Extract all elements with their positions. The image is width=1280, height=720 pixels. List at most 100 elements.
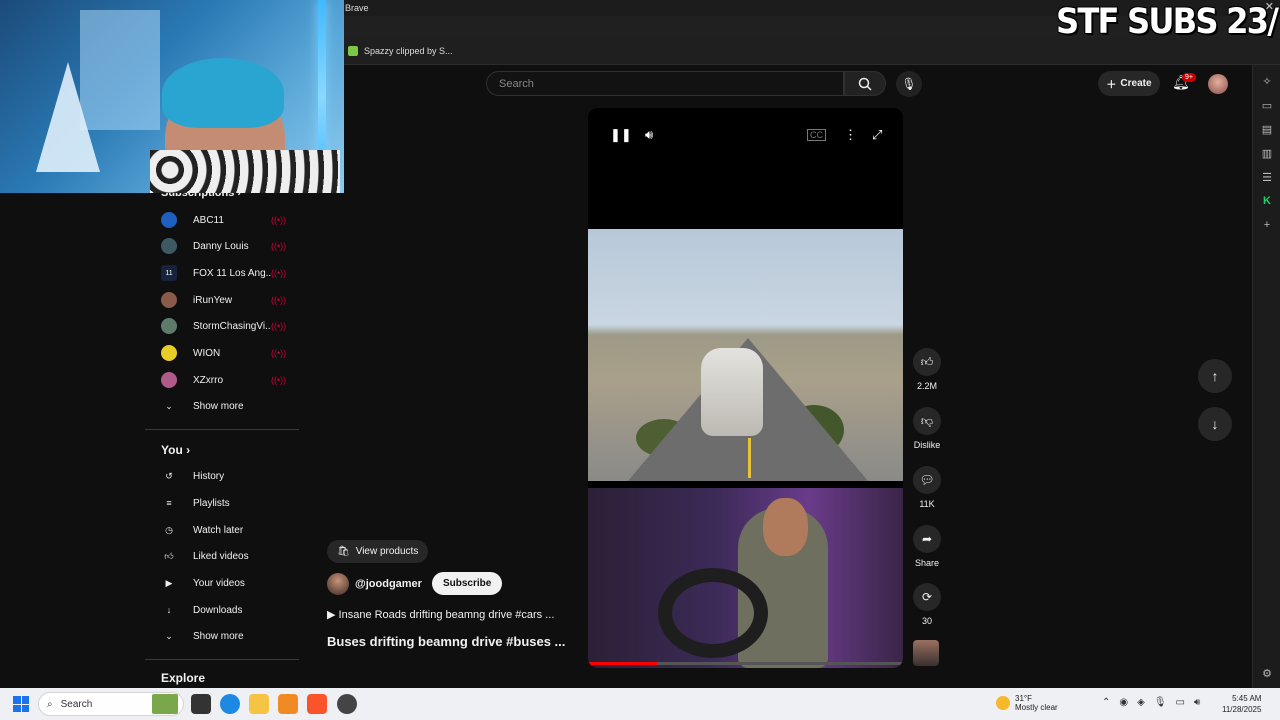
sidebar-item-downloads[interactable]: ↓ Downloads: [145, 597, 299, 623]
weather-widget[interactable]: 31°F Mostly clear: [996, 694, 1058, 712]
mic-icon[interactable]: 🎙︎: [1154, 697, 1167, 708]
more-options-icon[interactable]: ⋮: [844, 127, 857, 143]
remix-button[interactable]: ⟳ 30: [911, 583, 943, 626]
volume-icon[interactable]: 🔊︎: [1194, 697, 1200, 708]
clock[interactable]: 5:45 AM 11/28/2025: [1222, 693, 1261, 715]
share-icon: ➦: [921, 532, 933, 546]
chevron-up-icon[interactable]: ⌃: [1102, 697, 1110, 708]
webcam-beanie: [162, 58, 284, 128]
live-indicator-icon: ((•)): [271, 241, 287, 251]
live-indicator-icon: ((•)): [271, 295, 287, 305]
arrow-down-icon: ↓: [1211, 416, 1219, 432]
webcam-overlay: [0, 0, 344, 193]
webcam-jacket: [150, 150, 340, 193]
channel-name[interactable]: @joodgamer: [355, 578, 422, 590]
comments-button[interactable]: 💬︎ 11K: [911, 466, 943, 509]
dislike-button[interactable]: 👎︎ Dislike: [911, 407, 943, 450]
app-icon[interactable]: [278, 694, 298, 714]
pause-icon[interactable]: ❚❚: [610, 127, 632, 143]
sidebar-item-playlists[interactable]: ≡ Playlists: [145, 490, 299, 516]
sidebar-item-subscription[interactable]: iRunYew ((•)): [145, 287, 299, 313]
file-explorer-icon[interactable]: [249, 694, 269, 714]
sidebar-item-liked-videos[interactable]: 👍︎ Liked videos: [145, 543, 299, 569]
video-progress-fill: [588, 662, 658, 665]
fullscreen-icon[interactable]: ⤢: [872, 127, 882, 143]
comment-icon: 💬︎: [919, 473, 935, 487]
channel-avatar: [161, 318, 177, 334]
search-highlight-icon: [152, 694, 178, 714]
search-button[interactable]: [844, 71, 886, 96]
security-icon[interactable]: ◈: [1137, 697, 1145, 708]
subs-goal-overlay: STF SUBS 23/100: [1056, 2, 1280, 42]
create-button[interactable]: ＋ Create: [1098, 71, 1160, 96]
volume-icon[interactable]: 🔊︎: [645, 127, 653, 143]
display-icon[interactable]: ▭: [1176, 697, 1185, 708]
mic-icon: 🎙︎: [901, 77, 917, 91]
browser-side-panel: ✧ ▭ ▤ ▥ ☰ K + ⚙: [1252, 65, 1280, 688]
obs-icon[interactable]: [337, 694, 357, 714]
kick-icon[interactable]: K: [1260, 195, 1274, 209]
channel-avatar: [161, 238, 177, 254]
watch-later-icon: ◷: [165, 524, 173, 535]
captions-icon[interactable]: CC: [807, 129, 826, 141]
voice-search-button[interactable]: 🎙︎: [896, 71, 922, 97]
sidebar-item-subscription[interactable]: Danny Louis ((•)): [145, 233, 299, 259]
sidebar-show-more-you[interactable]: ⌄ Show more: [145, 623, 299, 649]
channel-avatar: [161, 292, 177, 308]
chevron-down-icon: ⌄: [165, 630, 173, 641]
reading-list-icon[interactable]: ☰: [1260, 171, 1274, 185]
sidebar-item-subscription[interactable]: ABC11 ((•)): [145, 207, 299, 233]
brave-leo-icon[interactable]: ✧: [1260, 75, 1274, 89]
windows-taskbar: ⌕ Search 31°F Mostly clear ⌃ ◉ ◈ 🎙︎ ▭ 🔊︎…: [0, 688, 1280, 720]
game-road-centerline: [748, 438, 751, 478]
sidebar-item-subscription[interactable]: WION ((•)): [145, 340, 299, 366]
brave-icon[interactable]: [307, 694, 327, 714]
channel-avatar: [161, 372, 177, 388]
edge-icon[interactable]: [220, 694, 240, 714]
task-view-icon[interactable]: [191, 694, 211, 714]
sound-thumbnail[interactable]: [913, 640, 939, 666]
subscribe-button[interactable]: Subscribe: [431, 572, 503, 595]
video-progress-bar[interactable]: [588, 662, 903, 665]
bookmarks-icon[interactable]: ▥: [1260, 147, 1274, 161]
network-icon[interactable]: ◉: [1119, 697, 1128, 708]
chevron-down-icon: ⌄: [165, 400, 173, 411]
wallet-icon[interactable]: ▤: [1260, 123, 1274, 137]
tv-icon[interactable]: ▭: [1260, 99, 1274, 113]
like-button[interactable]: 👍︎ 2.2M: [911, 348, 943, 391]
settings-gear-icon[interactable]: ⚙: [1260, 667, 1274, 681]
windows-start-icon[interactable]: [13, 696, 29, 712]
sidebar-show-more-subscriptions[interactable]: ⌄ Show more: [145, 393, 299, 419]
sidebar-item-watch-later[interactable]: ◷ Watch later: [145, 517, 299, 543]
bookmark-favicon-icon: [348, 46, 358, 56]
shopping-bag-icon: 🛍︎: [337, 546, 350, 557]
sidebar-item-subscription[interactable]: StormChasingVi... ((•)): [145, 313, 299, 339]
search-icon: ⌕: [47, 698, 53, 710]
live-indicator-icon: ((•)): [271, 215, 287, 225]
search-icon: [858, 77, 872, 91]
next-short-button[interactable]: ↓: [1198, 407, 1232, 441]
search-input[interactable]: Search: [486, 71, 844, 96]
channel-avatar[interactable]: [327, 572, 349, 595]
share-button[interactable]: ➦ Share: [911, 525, 943, 568]
game-bus: [701, 348, 763, 436]
previous-short-button[interactable]: ↑: [1198, 359, 1232, 393]
sidebar-item-your-videos[interactable]: ▶ Your videos: [145, 570, 299, 596]
video-title[interactable]: Buses drifting beamng drive #buses ...: [327, 634, 565, 649]
sidebar-you-heading[interactable]: You ›: [161, 443, 190, 457]
shorts-video-player[interactable]: ❚❚ 🔊︎ CC ⋮ ⤢: [588, 108, 903, 668]
channel-avatar: [161, 212, 177, 228]
plus-icon: ＋: [1106, 80, 1117, 91]
remix-icon: ⟳: [921, 590, 933, 604]
sidebar-item-subscription[interactable]: 11 FOX 11 Los Ang... ((•)): [145, 260, 299, 286]
channel-row: @joodgamer Subscribe: [327, 572, 503, 595]
add-panel-icon[interactable]: +: [1260, 219, 1274, 233]
sidebar-item-subscription[interactable]: XZxrro ((•)): [145, 367, 299, 393]
live-indicator-icon: ((•)): [271, 348, 287, 358]
account-avatar[interactable]: [1208, 74, 1228, 94]
bookmark-item[interactable]: Spazzy clipped by S...: [364, 46, 453, 56]
view-products-button[interactable]: 🛍︎ View products: [327, 540, 429, 563]
thumbs-up-icon: 👍︎: [920, 354, 934, 369]
playlist-link[interactable]: ▶ Insane Roads drifting beamng drive #ca…: [327, 608, 554, 621]
sidebar-item-history[interactable]: ↺ History: [145, 463, 299, 489]
